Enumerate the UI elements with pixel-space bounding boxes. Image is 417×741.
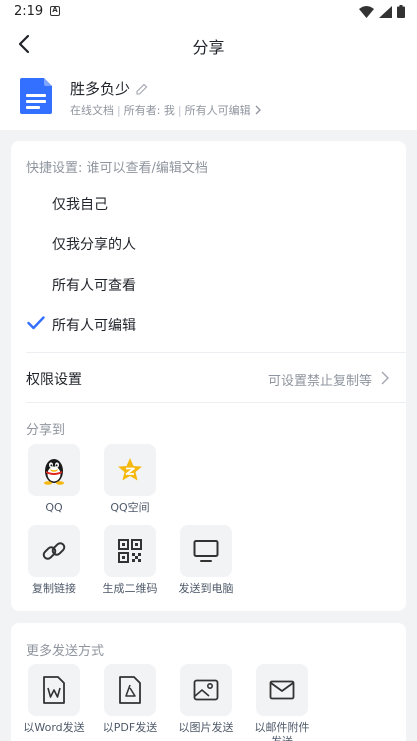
permission-label: 权限设置 xyxy=(26,372,82,388)
permission-settings-row[interactable]: 权限设置 可设置禁止复制等 xyxy=(11,354,406,402)
meta-separator: | xyxy=(177,103,182,117)
share-to-label: 分享到 xyxy=(26,423,66,438)
send-image[interactable]: 以图片发送 xyxy=(168,664,244,735)
option-label: 所有人可查看 xyxy=(52,278,136,294)
meta-separator: | xyxy=(117,103,121,117)
divider xyxy=(26,402,406,403)
image-tile[interactable] xyxy=(180,664,232,716)
wifi-icon xyxy=(359,5,374,18)
document-title: 胜多负少 xyxy=(70,80,131,98)
share-label: 复制链接 xyxy=(32,582,76,595)
share-qq[interactable]: QQ xyxy=(16,444,92,515)
send-mail[interactable]: 以邮件附件 发送 xyxy=(244,664,320,741)
qq-penguin-icon xyxy=(44,459,64,485)
option-anyone-view[interactable]: 所有人可查看 xyxy=(11,264,406,304)
option-label: 仅我分享的人 xyxy=(52,237,136,253)
document-meta[interactable]: 在线文档 | 所有者: 我 | 所有人可编辑 xyxy=(70,102,262,118)
qzone-star-icon xyxy=(118,458,142,481)
chevron-right-icon xyxy=(381,371,389,385)
document-name[interactable]: 胜多负少 xyxy=(70,78,148,99)
option-shared-people[interactable]: 仅我分享的人 xyxy=(11,223,406,263)
nav-bar: 分享 xyxy=(0,24,417,64)
link-icon xyxy=(42,542,66,560)
doc-permission: 所有人可编辑 xyxy=(184,104,251,117)
send-label: 以Word发送 xyxy=(23,721,85,734)
word-tile[interactable] xyxy=(28,664,80,716)
page-title: 分享 xyxy=(192,38,225,57)
computer-tile[interactable] xyxy=(180,525,232,577)
send-pdf[interactable]: 以PDF发送 xyxy=(92,664,168,735)
document-header[interactable]: 胜多负少 在线文档 | 所有者: 我 | 所有人可编辑 xyxy=(0,64,417,130)
option-only-me[interactable]: 仅我自己 xyxy=(11,183,406,223)
option-label: 仅我自己 xyxy=(52,197,108,213)
share-label: QQ空间 xyxy=(110,501,150,514)
notification-icon: A xyxy=(50,6,60,16)
send-word[interactable]: 以Word发送 xyxy=(16,664,92,735)
mail-tile[interactable] xyxy=(256,664,308,716)
share-label: QQ xyxy=(45,501,63,514)
doc-file-icon xyxy=(20,78,52,114)
status-time: 2:19 xyxy=(14,4,44,19)
qq-tile[interactable] xyxy=(28,444,80,496)
system-icons xyxy=(359,5,405,18)
doc-type: 在线文档 xyxy=(70,104,114,117)
share-label: 发送到电脑 xyxy=(178,582,234,595)
option-label: 所有人可编辑 xyxy=(52,318,136,334)
mail-icon xyxy=(269,680,295,700)
chevron-right-icon xyxy=(255,105,261,115)
qrcode-icon xyxy=(118,539,142,563)
signal-icon xyxy=(379,5,392,18)
share-qrcode[interactable]: 生成二维码 xyxy=(92,525,168,596)
more-send-card: 更多发送方式 以Word发送 以PDF发送 以图片发送 以邮件附件 xyxy=(11,623,406,741)
send-label: 以PDF发送 xyxy=(102,721,158,734)
send-label-line2: 发送 xyxy=(244,735,320,741)
permission-hint: 可设置禁止复制等 xyxy=(267,374,372,389)
word-file-icon xyxy=(43,676,65,704)
doc-owner: 所有者: 我 xyxy=(123,104,175,117)
share-copy-link[interactable]: 复制链接 xyxy=(16,525,92,596)
qzone-tile[interactable] xyxy=(104,444,156,496)
monitor-icon xyxy=(193,540,219,562)
send-label: 以图片发送 xyxy=(178,721,234,734)
image-icon xyxy=(193,679,219,701)
check-icon xyxy=(27,316,45,330)
share-settings-card: 快捷设置: 谁可以查看/编辑文档 仅我自己 仅我分享的人 所有人可查看 所有人可… xyxy=(11,141,406,611)
share-qzone[interactable]: QQ空间 xyxy=(92,444,168,515)
pdf-tile[interactable] xyxy=(104,664,156,716)
share-label: 生成二维码 xyxy=(102,582,158,595)
status-bar: 2:19 A xyxy=(0,0,417,24)
option-anyone-edit[interactable]: 所有人可编辑 xyxy=(11,304,406,344)
copy-link-tile[interactable] xyxy=(28,525,80,577)
share-to-computer[interactable]: 发送到电脑 xyxy=(168,525,244,596)
pdf-file-icon xyxy=(119,676,141,704)
quick-settings-label: 快捷设置: 谁可以查看/编辑文档 xyxy=(26,161,208,176)
send-label: 以邮件附件 xyxy=(254,721,310,734)
divider xyxy=(26,352,406,353)
more-send-label: 更多发送方式 xyxy=(26,644,105,659)
qrcode-tile[interactable] xyxy=(104,525,156,577)
battery-icon xyxy=(397,5,405,18)
edit-icon[interactable] xyxy=(136,83,148,95)
